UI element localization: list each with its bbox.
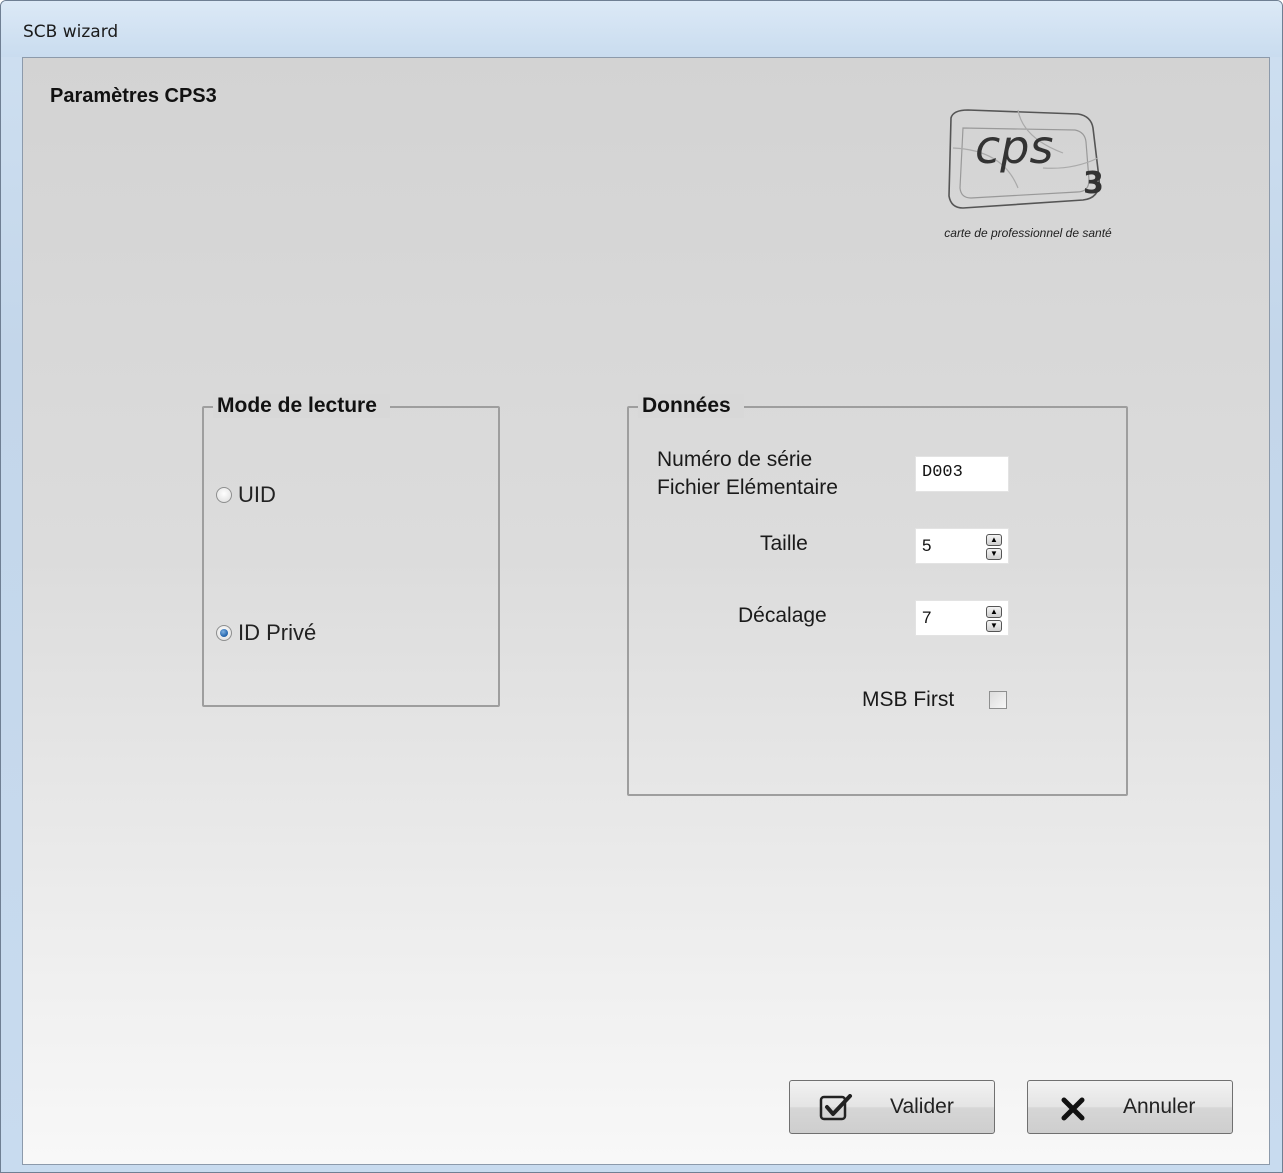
taille-down-icon[interactable]: ▼	[986, 548, 1002, 560]
decalage-down-icon[interactable]: ▼	[986, 620, 1002, 632]
title-bar: SCB wizard	[1, 1, 1282, 57]
mode-lecture-group: Mode de lecture UID ID Privé	[202, 394, 500, 707]
donnees-legend: Données	[638, 394, 744, 418]
wizard-window: SCB wizard Paramètres CPS3 cps 3 carte d…	[0, 0, 1283, 1173]
taille-up-icon[interactable]: ▲	[986, 534, 1002, 546]
close-icon	[1061, 1097, 1085, 1121]
page-title: Paramètres CPS3	[50, 85, 217, 107]
radio-uid-label: UID	[238, 482, 276, 507]
valider-label: Valider	[890, 1095, 954, 1118]
donnees-group: Données Numéro de série Fichier Elémenta…	[627, 394, 1128, 796]
wizard-panel: Paramètres CPS3 cps 3 carte de professio…	[22, 57, 1270, 1165]
logo-subscript: 3	[1083, 166, 1104, 201]
decalage-spin-arrows[interactable]: ▲ ▼	[986, 606, 1002, 632]
mode-lecture-legend: Mode de lecture	[213, 394, 390, 418]
decalage-value: 7	[922, 608, 932, 627]
taille-spin-arrows[interactable]: ▲ ▼	[986, 534, 1002, 560]
valider-button[interactable]: Valider	[789, 1080, 995, 1134]
msb-first-checkbox[interactable]	[989, 691, 1007, 709]
radio-id-prive[interactable]: ID Privé	[216, 620, 316, 646]
msb-first-label: MSB First	[862, 688, 955, 711]
taille-value: 5	[922, 536, 932, 555]
serial-label: Numéro de série Fichier Elémentaire	[657, 446, 838, 502]
radio-uid[interactable]: UID	[216, 482, 276, 508]
decalage-label: Décalage	[738, 604, 827, 627]
radio-id-prive-label: ID Privé	[238, 620, 317, 645]
annuler-label: Annuler	[1123, 1095, 1196, 1118]
radio-id-prive-button[interactable]	[216, 625, 232, 641]
window-title: SCB wizard	[23, 22, 119, 42]
taille-label: Taille	[760, 532, 808, 555]
radio-uid-button[interactable]	[216, 487, 232, 503]
decalage-up-icon[interactable]: ▲	[986, 606, 1002, 618]
decalage-spinbox[interactable]: 7 ▲ ▼	[915, 600, 1009, 636]
annuler-button[interactable]: Annuler	[1027, 1080, 1233, 1134]
taille-spinbox[interactable]: 5 ▲ ▼	[915, 528, 1009, 564]
checkmark-icon	[819, 1094, 852, 1121]
logo-tagline: carte de professionnel de santé	[944, 226, 1112, 240]
serial-label-line1: Numéro de série	[657, 448, 813, 471]
serial-number-input[interactable]: D003	[915, 456, 1009, 492]
logo-text: cps	[975, 120, 1053, 174]
serial-label-line2: Fichier Elémentaire	[657, 476, 838, 499]
